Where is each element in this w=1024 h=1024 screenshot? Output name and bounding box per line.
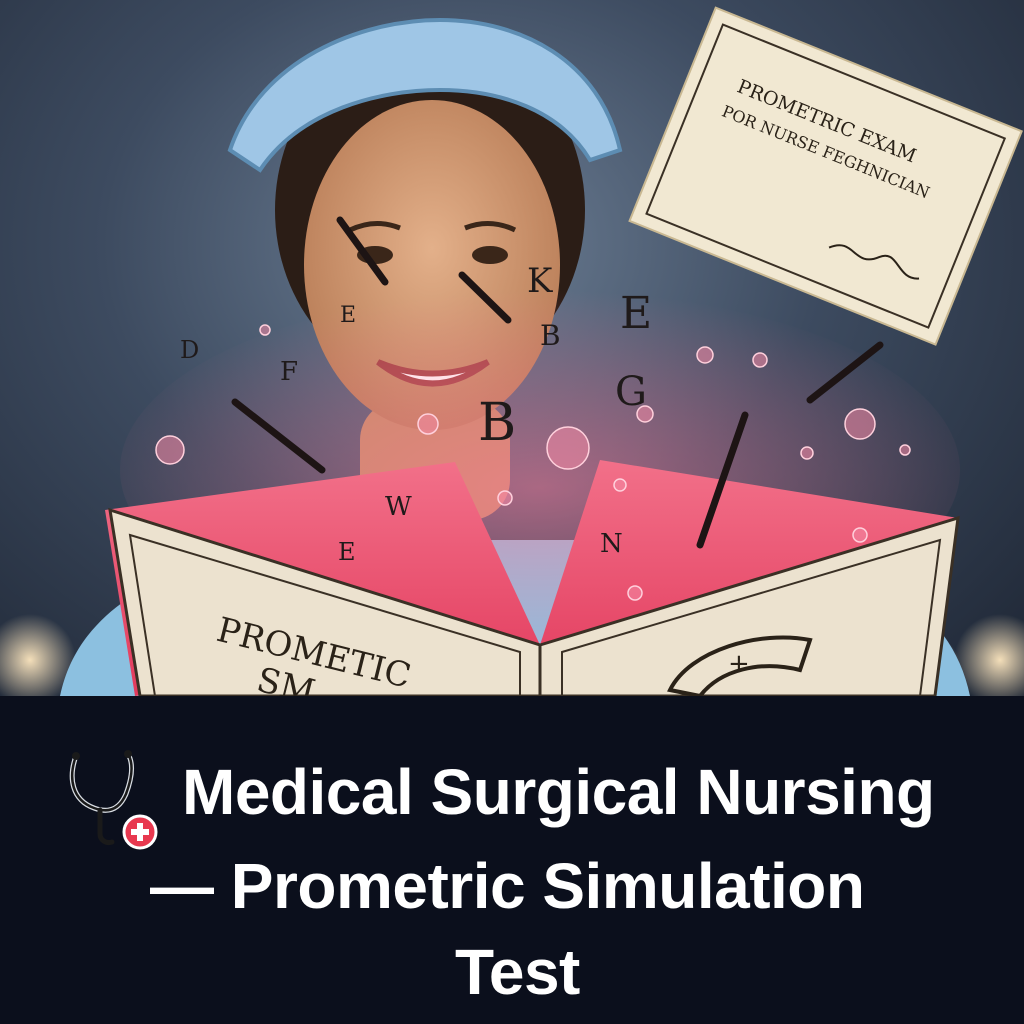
floating-letter: E	[620, 288, 652, 339]
certificate-card: PROMETRIC EXAM POR NURSE FEGHNICIAN	[628, 6, 1023, 346]
thumbnail-card: PROMETRIC EXAM POR NURSE FEGHNICIAN PROM…	[0, 0, 1024, 1024]
bubble	[752, 352, 768, 368]
bubble	[546, 426, 590, 470]
bubble	[155, 435, 185, 465]
floating-letter: E	[338, 538, 356, 566]
floating-letter: B	[540, 319, 561, 352]
bubble	[636, 405, 654, 423]
caption-title-line1: Medical Surgical Nursing	[182, 756, 935, 828]
bubble	[613, 478, 627, 492]
floating-letter: E	[340, 303, 356, 328]
bubble	[800, 446, 814, 460]
bubble	[259, 324, 271, 336]
bubble	[696, 346, 714, 364]
bubble	[852, 527, 868, 543]
bubble	[844, 408, 876, 440]
bubble	[899, 444, 911, 456]
floating-letter: K	[527, 261, 553, 301]
cross-drawing: +	[728, 649, 750, 679]
floating-letter: N	[600, 529, 623, 559]
floating-letter: B	[478, 393, 516, 453]
hero-illustration: PROMETRIC EXAM POR NURSE FEGHNICIAN PROM…	[0, 0, 1024, 696]
stethoscope-icon	[69, 750, 158, 850]
bubble	[417, 413, 439, 435]
floating-letter: W	[385, 492, 412, 522]
floating-letter: D	[180, 336, 199, 364]
bubble	[497, 490, 513, 506]
illustration-svg: PROMETRIC EXAM POR NURSE FEGHNICIAN PROM…	[0, 6, 1024, 696]
right-eye	[472, 246, 508, 264]
bubble	[627, 585, 643, 601]
caption-title-line3: Test	[455, 936, 580, 1008]
caption-title-line2: — Prometric Simulation	[150, 850, 865, 922]
floating-letter: F	[280, 357, 298, 387]
